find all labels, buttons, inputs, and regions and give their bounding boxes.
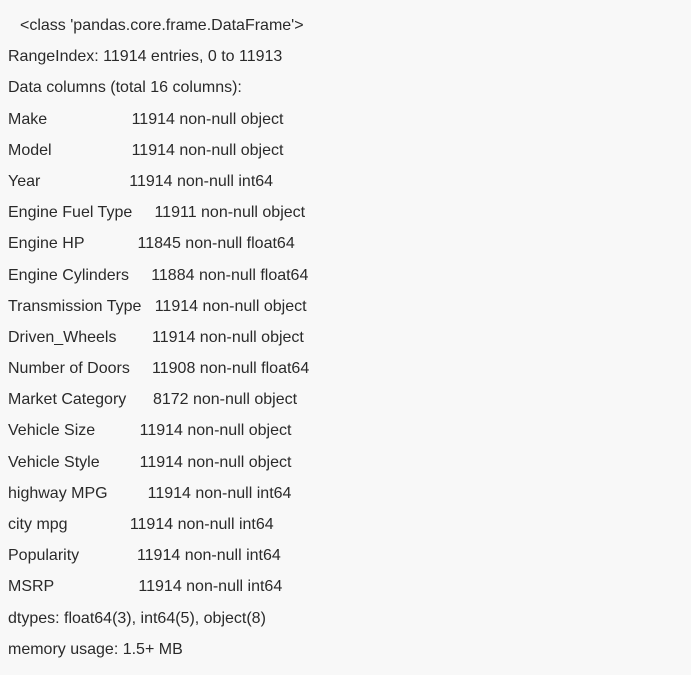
column-info: 11914 non-null object (155, 298, 307, 315)
dataframe-info-output: <class 'pandas.core.frame.DataFrame'> Ra… (8, 10, 683, 665)
column-name: Make (8, 111, 132, 128)
column-row: Vehicle Style 11914 non-null object (8, 447, 683, 478)
columns-list: Make 11914 non-null objectModel 11914 no… (8, 104, 683, 603)
column-info: 11884 non-null float64 (151, 267, 308, 284)
column-name: Driven_Wheels (8, 329, 152, 346)
column-name: Model (8, 142, 132, 159)
column-name: Number of Doors (8, 360, 152, 377)
column-info: 11914 non-null object (132, 111, 284, 128)
column-name: Engine Cylinders (8, 267, 151, 284)
column-info: 11845 non-null float64 (138, 235, 295, 252)
column-info: 11914 non-null int64 (138, 578, 282, 595)
column-info: 11914 non-null int64 (148, 485, 292, 502)
column-name: Engine Fuel Type (8, 204, 154, 221)
column-info: 11914 non-null int64 (130, 516, 274, 533)
range-index-line: RangeIndex: 11914 entries, 0 to 11913 (8, 41, 683, 72)
column-row: Market Category 8172 non-null object (8, 384, 683, 415)
memory-usage-line: memory usage: 1.5+ MB (8, 634, 683, 665)
column-row: Transmission Type 11914 non-null object (8, 291, 683, 322)
column-name: Transmission Type (8, 298, 155, 315)
column-name: Market Category (8, 391, 153, 408)
column-name: Vehicle Style (8, 454, 140, 471)
column-info: 11914 non-null object (152, 329, 304, 346)
column-row: Model 11914 non-null object (8, 135, 683, 166)
column-info: 11914 non-null int64 (129, 173, 273, 190)
class-line: <class 'pandas.core.frame.DataFrame'> (8, 10, 683, 41)
column-row: Engine Cylinders 11884 non-null float64 (8, 260, 683, 291)
column-name: Engine HP (8, 235, 138, 252)
column-row: Engine HP 11845 non-null float64 (8, 228, 683, 259)
column-row: highway MPG 11914 non-null int64 (8, 478, 683, 509)
column-row: Make 11914 non-null object (8, 104, 683, 135)
column-info: 11911 non-null object (154, 204, 305, 221)
column-info: 11914 non-null int64 (137, 547, 281, 564)
column-row: Number of Doors 11908 non-null float64 (8, 353, 683, 384)
column-name: Year (8, 173, 129, 190)
column-name: highway MPG (8, 485, 148, 502)
column-row: Popularity 11914 non-null int64 (8, 540, 683, 571)
column-row: Year 11914 non-null int64 (8, 166, 683, 197)
column-name: MSRP (8, 578, 138, 595)
column-info: 11914 non-null object (132, 142, 284, 159)
column-row: MSRP 11914 non-null int64 (8, 571, 683, 602)
column-name: Vehicle Size (8, 422, 140, 439)
column-info: 11908 non-null float64 (152, 360, 309, 377)
data-columns-line: Data columns (total 16 columns): (8, 72, 683, 103)
column-info: 11914 non-null object (140, 454, 292, 471)
column-row: city mpg 11914 non-null int64 (8, 509, 683, 540)
column-name: Popularity (8, 547, 137, 564)
column-name: city mpg (8, 516, 130, 533)
column-row: Driven_Wheels 11914 non-null object (8, 322, 683, 353)
column-info: 11914 non-null object (140, 422, 292, 439)
column-row: Engine Fuel Type 11911 non-null object (8, 197, 683, 228)
column-info: 8172 non-null object (153, 391, 297, 408)
column-row: Vehicle Size 11914 non-null object (8, 415, 683, 446)
dtypes-line: dtypes: float64(3), int64(5), object(8) (8, 603, 683, 634)
